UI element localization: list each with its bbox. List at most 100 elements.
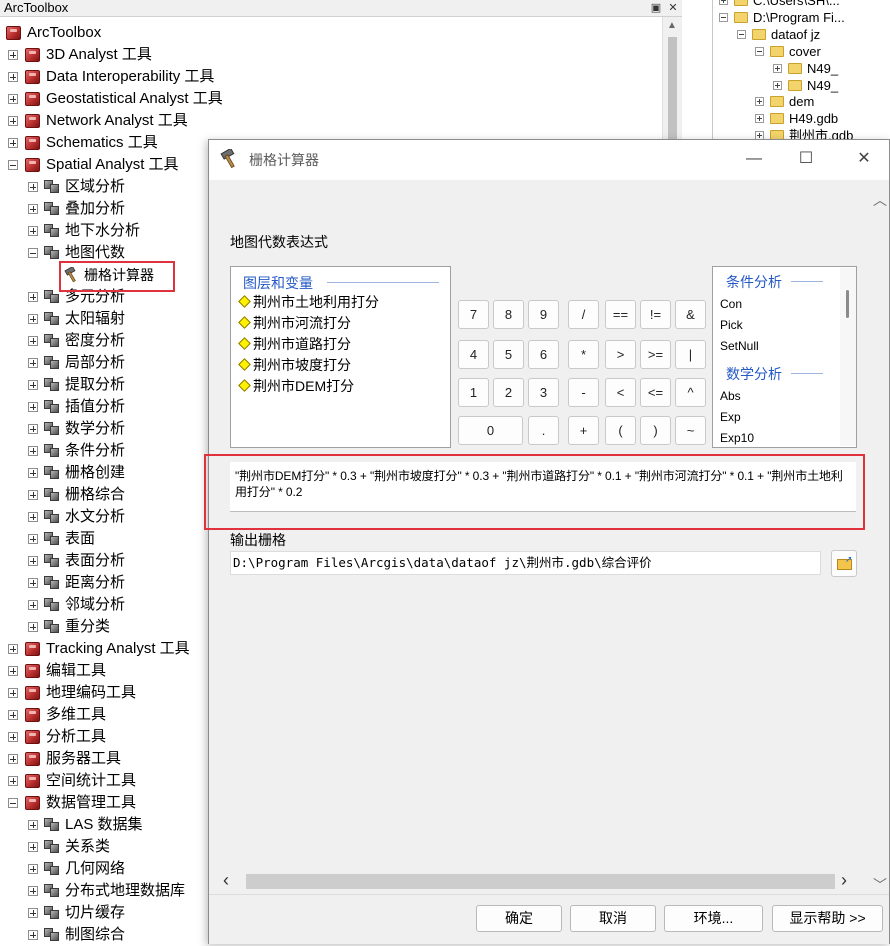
- expand-icon[interactable]: [28, 468, 38, 478]
- expand-icon[interactable]: [28, 358, 38, 368]
- expand-icon[interactable]: [28, 622, 38, 632]
- expand-icon[interactable]: [28, 446, 38, 456]
- expand-icon[interactable]: [28, 512, 38, 522]
- expand-icon[interactable]: [28, 336, 38, 346]
- calc-key-button[interactable]: 4: [458, 340, 489, 369]
- calc-key-button[interactable]: 5: [493, 340, 524, 369]
- dialog-vertical-scrollbar[interactable]: ︿ ﹀: [870, 180, 889, 893]
- function-item[interactable]: SetNull: [720, 336, 759, 356]
- layer-item[interactable]: 荆州市DEM打分: [237, 376, 354, 397]
- layers-list[interactable]: 图层和变量 荆州市土地利用打分 荆州市河流打分 荆州市道路打分 荆州市坡度打分 荆州市D…: [230, 266, 451, 448]
- calc-key-button[interactable]: ==: [605, 300, 636, 329]
- chevron-right-icon[interactable]: ›: [841, 870, 847, 891]
- expand-icon[interactable]: [28, 314, 38, 324]
- function-item[interactable]: Exp: [720, 407, 741, 427]
- calc-key-button[interactable]: 3: [528, 378, 559, 407]
- calc-key-button[interactable]: /: [568, 300, 599, 329]
- calc-key-button[interactable]: -: [568, 378, 599, 407]
- expand-icon[interactable]: [773, 63, 782, 73]
- calc-key-button[interactable]: >=: [640, 340, 671, 369]
- functions-scrollbar[interactable]: [840, 268, 856, 446]
- chevron-up-icon[interactable]: ︿: [873, 190, 887, 210]
- expand-icon[interactable]: [28, 820, 38, 830]
- chevron-left-icon[interactable]: ‹: [223, 870, 229, 891]
- expand-icon[interactable]: [755, 97, 764, 107]
- calc-key-button[interactable]: 8: [493, 300, 524, 329]
- calc-key-button[interactable]: .: [528, 416, 559, 445]
- function-item[interactable]: Pick: [720, 315, 743, 335]
- calc-key-button[interactable]: <: [605, 378, 636, 407]
- expand-icon[interactable]: [28, 600, 38, 610]
- expand-icon[interactable]: [773, 80, 782, 90]
- expand-icon[interactable]: [28, 908, 38, 918]
- functions-list[interactable]: 条件分析 Con Pick SetNull Abs Exp Exp10 数学分析: [712, 266, 857, 448]
- calc-key-button[interactable]: +: [568, 416, 599, 445]
- expand-icon[interactable]: [28, 886, 38, 896]
- expand-icon[interactable]: [8, 754, 18, 764]
- calc-key-button[interactable]: &: [675, 300, 706, 329]
- collapse-icon[interactable]: [755, 46, 764, 56]
- show-help-button[interactable]: 显示帮助 >>: [772, 905, 883, 932]
- layer-item[interactable]: 荆州市坡度打分: [237, 355, 351, 376]
- expand-icon[interactable]: [755, 114, 764, 124]
- pin-icon[interactable]: ▣: [648, 0, 664, 16]
- expand-icon[interactable]: [28, 556, 38, 566]
- dialog-horizontal-scrollbar[interactable]: ‹ ›: [209, 870, 870, 894]
- expand-icon[interactable]: [28, 490, 38, 500]
- browse-button[interactable]: ➚: [831, 550, 857, 577]
- calc-key-button[interactable]: ): [640, 416, 671, 445]
- expand-icon[interactable]: [8, 94, 18, 104]
- environments-button[interactable]: 环境...: [664, 905, 763, 932]
- expand-icon[interactable]: [28, 204, 38, 214]
- expand-icon[interactable]: [8, 138, 18, 148]
- collapse-icon[interactable]: [28, 248, 38, 258]
- collapse-icon[interactable]: [737, 29, 746, 39]
- expand-icon[interactable]: [28, 864, 38, 874]
- layer-item[interactable]: 荆州市土地利用打分: [237, 292, 379, 313]
- function-item[interactable]: Exp10: [720, 428, 754, 448]
- expand-icon[interactable]: [8, 776, 18, 786]
- layer-item[interactable]: 荆州市道路打分: [237, 334, 351, 355]
- calc-key-button[interactable]: <=: [640, 378, 671, 407]
- expand-icon[interactable]: [8, 50, 18, 60]
- cancel-button[interactable]: 取消: [570, 905, 656, 932]
- layer-item[interactable]: 荆州市河流打分: [237, 313, 351, 334]
- calc-key-button[interactable]: (: [605, 416, 636, 445]
- calc-key-button[interactable]: *: [568, 340, 599, 369]
- expand-icon[interactable]: [8, 116, 18, 126]
- expand-icon[interactable]: [28, 380, 38, 390]
- expand-icon[interactable]: [8, 644, 18, 654]
- close-icon[interactable]: ✕: [665, 0, 681, 16]
- expand-icon[interactable]: [28, 424, 38, 434]
- expand-icon[interactable]: [719, 0, 728, 5]
- scrollbar-thumb[interactable]: [246, 874, 835, 889]
- calc-key-button[interactable]: ~: [675, 416, 706, 445]
- minimize-button[interactable]: —: [739, 148, 769, 170]
- expand-icon[interactable]: [28, 534, 38, 544]
- maximize-button[interactable]: ☐: [791, 148, 821, 170]
- collapse-icon[interactable]: [8, 160, 18, 170]
- expand-icon[interactable]: [28, 402, 38, 412]
- calc-key-button[interactable]: 6: [528, 340, 559, 369]
- calc-key-button[interactable]: |: [675, 340, 706, 369]
- close-button[interactable]: ✕: [849, 148, 879, 170]
- expand-icon[interactable]: [28, 842, 38, 852]
- scrollbar-thumb[interactable]: [846, 290, 849, 318]
- expand-icon[interactable]: [8, 710, 18, 720]
- calc-key-button[interactable]: 0: [458, 416, 523, 445]
- expand-icon[interactable]: [28, 182, 38, 192]
- expand-icon[interactable]: [28, 226, 38, 236]
- expand-icon[interactable]: [28, 292, 38, 302]
- expand-icon[interactable]: [28, 930, 38, 940]
- calc-key-button[interactable]: 1: [458, 378, 489, 407]
- calc-key-button[interactable]: 2: [493, 378, 524, 407]
- output-raster-input[interactable]: D:\Program Files\Arcgis\data\dataof jz\荆…: [230, 551, 821, 575]
- ok-button[interactable]: 确定: [476, 905, 562, 932]
- calc-key-button[interactable]: 9: [528, 300, 559, 329]
- calc-key-button[interactable]: !=: [640, 300, 671, 329]
- chevron-down-icon[interactable]: ﹀: [873, 875, 887, 895]
- function-item[interactable]: Con: [720, 294, 742, 314]
- expand-icon[interactable]: [28, 578, 38, 588]
- expand-icon[interactable]: [8, 688, 18, 698]
- collapse-icon[interactable]: [719, 12, 728, 22]
